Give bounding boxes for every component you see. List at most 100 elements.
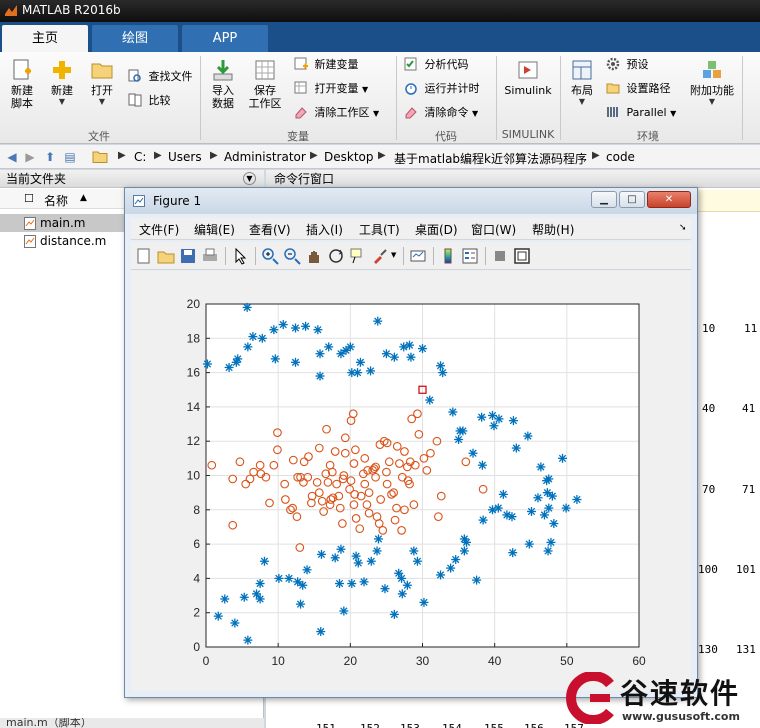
addons-button[interactable]: 附加功能 ▼: [686, 58, 738, 107]
select-icon[interactable]: [231, 247, 249, 265]
output-value: 155: [484, 722, 504, 728]
file-name: main.m: [40, 216, 86, 230]
close-button[interactable]: ✕: [647, 191, 691, 208]
panel-menu-icon[interactable]: ▼: [243, 172, 256, 185]
asterisk-point: [315, 349, 325, 359]
asterisk-point: [451, 555, 461, 565]
import-data-label: 导入 数据: [212, 84, 234, 110]
asterisk-point: [539, 510, 549, 520]
menubar-overflow-icon[interactable]: ➘: [679, 223, 687, 233]
forward-arrow-icon[interactable]: ▶: [22, 149, 38, 165]
save-icon[interactable]: [179, 247, 197, 265]
chevron-down-icon[interactable]: ▼: [391, 251, 396, 259]
menu-view[interactable]: 查看(V): [249, 221, 291, 238]
logo-mark-icon: [566, 672, 614, 724]
toolbar-separator: [485, 247, 486, 265]
parallel-button[interactable]: Parallel ▼: [606, 104, 676, 122]
zoom-out-icon[interactable]: [283, 247, 301, 265]
zoom-in-icon[interactable]: [261, 247, 279, 265]
figure-title-bar[interactable]: Figure 1 ▁ □ ✕: [125, 188, 697, 214]
asterisk-point: [409, 546, 419, 556]
tab-home[interactable]: 主页: [2, 25, 88, 52]
asterisk-point: [533, 493, 543, 503]
import-data-button[interactable]: 导入 数据: [206, 58, 240, 110]
stopwatch-icon: [405, 83, 417, 95]
analyze-code-button[interactable]: 分析代码: [404, 56, 469, 74]
environment-group-label: 环境: [637, 130, 659, 143]
path-segment[interactable]: Desktop: [324, 150, 374, 164]
asterisk-point: [418, 344, 427, 354]
asterisk-point: [524, 539, 534, 549]
menu-window[interactable]: 窗口(W): [471, 221, 516, 238]
compare-button[interactable]: 比较: [128, 92, 171, 110]
asterisk-point: [316, 627, 326, 637]
open-icon[interactable]: [157, 247, 175, 265]
clear-workspace-button[interactable]: 清除工作区 ▼: [294, 104, 379, 122]
preferences-button[interactable]: 预设: [606, 56, 649, 74]
path-segment[interactable]: Administrator: [224, 150, 306, 164]
path-segment[interactable]: code: [606, 150, 635, 164]
asterisk-point: [526, 507, 536, 517]
menu-insert[interactable]: 插入(I): [306, 221, 343, 238]
new-button[interactable]: 新建 ▼: [44, 58, 80, 107]
scatter-chart[interactable]: 0 10 20 30 40 50 60 0 2 4 6 8 10 12 14 16 18 20: [131, 271, 691, 691]
simulink-button[interactable]: Simulink: [502, 58, 554, 97]
menu-file[interactable]: 文件(F): [139, 221, 179, 238]
run-and-time-button[interactable]: 运行并计时: [404, 80, 480, 98]
tab-apps[interactable]: APP: [182, 25, 268, 52]
path-separator: ▶: [210, 150, 218, 161]
brush-icon[interactable]: [371, 247, 389, 265]
save-workspace-button[interactable]: 保存 工作区: [246, 58, 284, 110]
asterisk-point: [269, 325, 279, 335]
pan-icon[interactable]: [305, 247, 323, 265]
data-cursor-icon[interactable]: [349, 247, 367, 265]
asterisk-point: [511, 443, 521, 453]
back-arrow-icon[interactable]: ◀: [4, 149, 20, 165]
clear-commands-button[interactable]: 清除命令 ▼: [404, 104, 478, 122]
new-variable-button[interactable]: 新建变量: [294, 56, 359, 74]
minimize-button[interactable]: ▁: [591, 191, 617, 208]
eraser-icon: [295, 107, 307, 119]
layout-button[interactable]: 布局 ▼: [566, 58, 598, 107]
link-icon[interactable]: [409, 247, 427, 265]
new-script-button[interactable]: 新建 脚本: [6, 58, 38, 110]
print-icon[interactable]: [201, 247, 219, 265]
colorbar-icon[interactable]: [439, 247, 457, 265]
rotate-icon[interactable]: [327, 247, 345, 265]
open-button[interactable]: 打开 ▼: [86, 58, 118, 107]
x-tick-label: 0: [203, 654, 210, 668]
path-segment[interactable]: Users: [168, 150, 202, 164]
menu-tools[interactable]: 工具(T): [359, 221, 400, 238]
path-segment[interactable]: C:: [134, 150, 146, 164]
asterisk-point: [290, 357, 300, 367]
path-segment[interactable]: 基于matlab编程k近邻算法源码程序: [394, 150, 587, 167]
find-files-label: 查找文件: [148, 70, 193, 83]
asterisk-point: [446, 563, 456, 573]
find-files-button[interactable]: 查找文件: [128, 68, 193, 86]
asterisk-point: [353, 558, 363, 568]
address-bar: ◀ ▶ ⬆ ▤ ▶ C: ▶ Users ▶ Administrator ▶ D…: [0, 145, 760, 169]
new-figure-icon[interactable]: [135, 247, 153, 265]
sort-indicator: ▲: [80, 193, 87, 203]
asterisk-point: [313, 325, 323, 335]
folder-icon: [91, 63, 113, 79]
up-folder-icon[interactable]: ⬆: [42, 149, 58, 165]
output-value: 156: [524, 722, 544, 728]
hide-tools-icon[interactable]: [491, 247, 509, 265]
maximize-button[interactable]: □: [619, 191, 645, 208]
asterisk-point: [546, 537, 556, 547]
menu-desktop[interactable]: 桌面(D): [415, 221, 458, 238]
figure-window[interactable]: Figure 1 ▁ □ ✕ 文件(F) 编辑(E) 查看(V) 插入(I) 工…: [124, 187, 698, 698]
path-separator: ▶: [592, 150, 600, 161]
menu-help[interactable]: 帮助(H): [532, 221, 574, 238]
browse-folder-icon[interactable]: ▤: [62, 149, 78, 165]
legend-icon[interactable]: [461, 247, 479, 265]
open-variable-button[interactable]: 打开变量 ▼: [294, 80, 368, 98]
show-tools-icon[interactable]: [513, 247, 531, 265]
set-path-button[interactable]: 设置路径: [606, 80, 671, 98]
figure-canvas[interactable]: 0 10 20 30 40 50 60 0 2 4 6 8 10 12 14 16 18 20: [131, 271, 691, 691]
open-variable-icon: [294, 81, 307, 94]
menu-edit[interactable]: 编辑(E): [194, 221, 235, 238]
output-value: 100: [698, 563, 718, 576]
tab-plots[interactable]: 绘图: [92, 25, 178, 52]
